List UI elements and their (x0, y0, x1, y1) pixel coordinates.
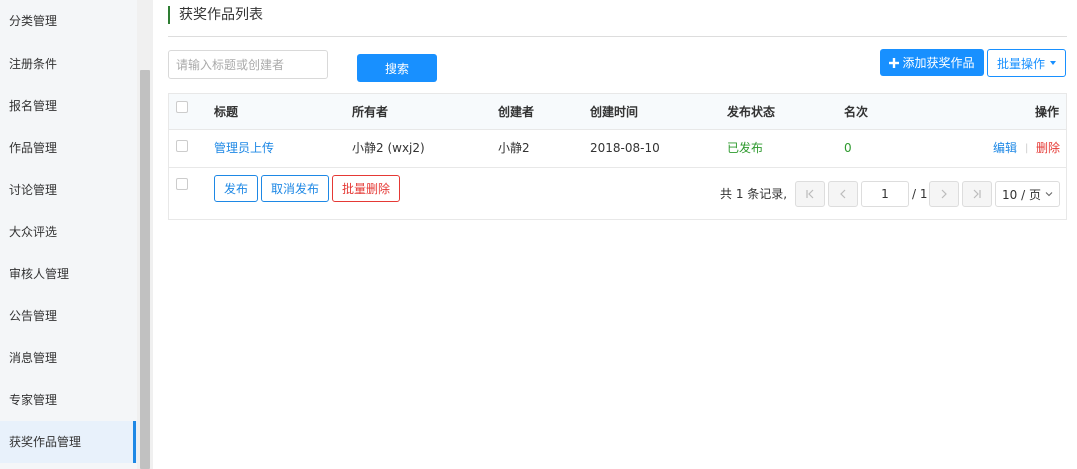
row-edit-link[interactable]: 编辑 (993, 130, 1017, 167)
select-all-checkbox[interactable] (176, 101, 188, 113)
page-size-select[interactable]: 10 / 页 (995, 181, 1060, 207)
first-page-icon (806, 189, 814, 199)
sidebar-item-public-voting[interactable]: 大众评选 (0, 211, 137, 253)
row-created-time: 2018-08-10 (590, 141, 660, 155)
search-input[interactable] (168, 50, 328, 79)
sidebar-item-label: 注册条件 (9, 57, 58, 71)
total-records-text: 共 1 条记录, (720, 187, 788, 201)
page-title: 获奖作品列表 (168, 6, 263, 24)
caret-down-icon (1050, 61, 1056, 65)
search-button[interactable]: 搜索 (357, 54, 437, 82)
sidebar-item-label: 报名管理 (9, 99, 58, 113)
chevron-right-icon (941, 189, 947, 199)
sidebar-scrollbar[interactable] (137, 0, 153, 469)
sidebar: 分类管理 注册条件 报名管理 作品管理 讨论管理 大众评选 审核人管理 公告管理… (0, 0, 137, 469)
publish-button[interactable]: 发布 (214, 175, 258, 202)
sidebar-item-signup[interactable]: 报名管理 (0, 85, 137, 127)
sidebar-item-label: 专家管理 (9, 393, 58, 407)
sidebar-item-label: 讨论管理 (9, 183, 58, 197)
sidebar-item-works[interactable]: 作品管理 (0, 127, 137, 169)
sidebar-item-award-works[interactable]: 获奖作品管理 (0, 421, 137, 463)
row-creator: 小静2 (498, 141, 530, 155)
page-size-label: 10 / 页 (1002, 187, 1041, 202)
column-header-status: 发布状态 (727, 105, 776, 119)
sidebar-item-reviewers[interactable]: 审核人管理 (0, 253, 137, 295)
add-award-work-label: 添加获奖作品 (902, 56, 975, 70)
total-pages-text: / 1 (912, 187, 928, 201)
row-owner: 小静2 (wxj2) (352, 141, 425, 155)
sidebar-item-label: 公告管理 (9, 309, 58, 323)
batch-operations-dropdown[interactable]: 批量操作 (987, 49, 1066, 77)
row-status: 已发布 (727, 141, 764, 155)
row-title-link[interactable]: 管理员上传 (214, 130, 274, 167)
sidebar-item-discussion[interactable]: 讨论管理 (0, 169, 137, 211)
action-separator: | (1025, 143, 1029, 154)
sidebar-item-messages[interactable]: 消息管理 (0, 337, 137, 379)
title-divider (168, 36, 1067, 37)
prev-page-button[interactable] (828, 181, 858, 207)
column-header-actions: 操作 (1034, 105, 1059, 119)
sidebar-item-label: 作品管理 (9, 141, 58, 155)
scrollbar-thumb[interactable] (140, 70, 150, 469)
first-page-button[interactable] (795, 181, 825, 207)
table-header: 标题 所有者 创建者 创建时间 发布状态 名次 操作 (169, 94, 1066, 130)
page-number-input[interactable] (861, 181, 909, 207)
sidebar-item-label: 分类管理 (9, 14, 58, 28)
column-header-created-time: 创建时间 (590, 105, 639, 119)
table-row: 管理员上传 小静2 (wxj2) 小静2 2018-08-10 已发布 0 编辑… (169, 130, 1066, 168)
row-delete-link[interactable]: 删除 (1036, 130, 1060, 167)
chevron-down-icon (1045, 192, 1053, 197)
sidebar-item-label: 消息管理 (9, 351, 58, 365)
add-award-work-button[interactable]: 添加获奖作品 (880, 49, 984, 76)
chevron-left-icon (840, 189, 846, 199)
column-header-title: 标题 (214, 105, 239, 119)
next-page-button[interactable] (929, 181, 959, 207)
last-page-icon (973, 189, 981, 199)
batch-delete-button[interactable]: 批量删除 (332, 175, 400, 202)
column-header-owner: 所有者 (352, 105, 389, 119)
column-header-rank: 名次 (844, 105, 869, 119)
row-checkbox[interactable] (176, 140, 188, 152)
award-works-table: 标题 所有者 创建者 创建时间 发布状态 名次 操作 管理员上传 小静2 (wx… (168, 93, 1067, 220)
sidebar-item-label: 获奖作品管理 (9, 435, 82, 449)
sidebar-item-experts[interactable]: 专家管理 (0, 379, 137, 421)
plus-icon (889, 57, 900, 68)
sidebar-item-registration-conditions[interactable]: 注册条件 (0, 43, 137, 85)
main-content: 获奖作品列表 搜索 添加获奖作品 批量操作 标题 所有者 创建者 创建时间 发布… (153, 0, 1077, 469)
sidebar-item-label: 审核人管理 (9, 267, 70, 281)
last-page-button[interactable] (962, 181, 992, 207)
sidebar-item-category[interactable]: 分类管理 (0, 0, 137, 42)
sidebar-item-label: 大众评选 (9, 225, 58, 239)
row-rank: 0 (844, 141, 852, 155)
batch-operations-label: 批量操作 (996, 56, 1045, 71)
sidebar-item-announcements[interactable]: 公告管理 (0, 295, 137, 337)
footer-select-checkbox[interactable] (176, 178, 188, 190)
table-footer: 发布 取消发布 批量删除 共 1 条记录, / 1 10 / 页 (169, 168, 1066, 220)
column-header-creator: 创建者 (498, 105, 535, 119)
unpublish-button[interactable]: 取消发布 (261, 175, 329, 202)
